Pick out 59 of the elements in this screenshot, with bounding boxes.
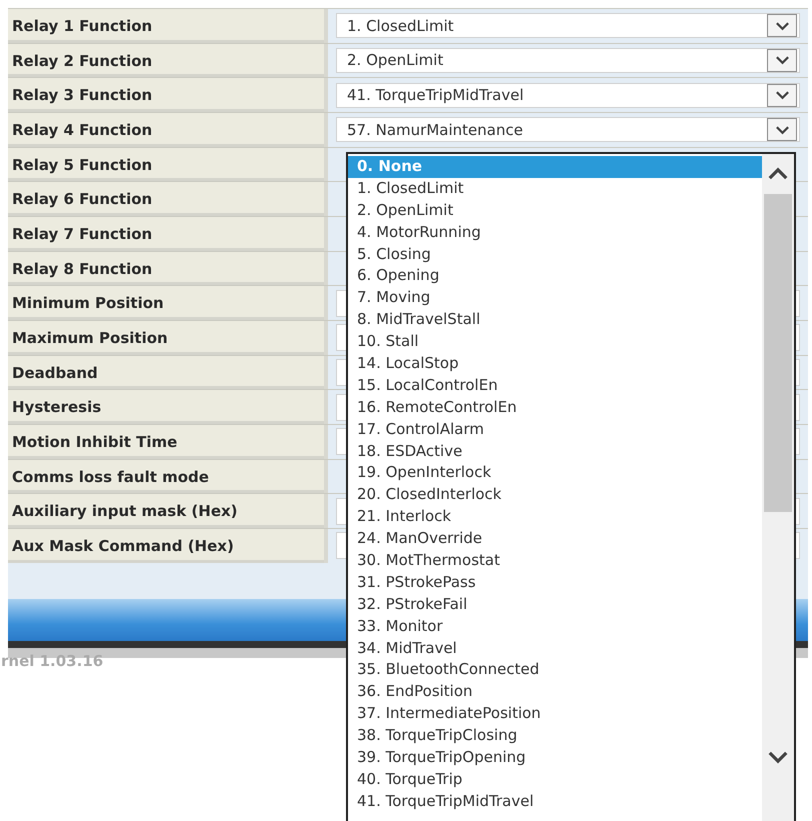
field-label: Relay 7 Function bbox=[8, 216, 324, 248]
chevron-down-icon bbox=[774, 124, 790, 135]
scroll-thumb[interactable] bbox=[764, 194, 792, 512]
field-label: Relay 2 Function bbox=[8, 44, 324, 74]
dropdown-option[interactable]: 38. TorqueTripClosing bbox=[348, 725, 762, 748]
field-label: Relay 8 Function bbox=[8, 252, 324, 282]
dropdown-field[interactable]: 57. NamurMaintenance bbox=[336, 117, 800, 142]
chevron-down-icon bbox=[774, 55, 790, 66]
dropdown-option[interactable]: 8. MidTravelStall bbox=[348, 309, 762, 332]
dropdown-option[interactable]: 2. OpenLimit bbox=[348, 200, 762, 222]
dropdown-option[interactable]: 20. ClosedInterlock bbox=[348, 484, 762, 506]
dropdown-option[interactable]: 35. BluetoothConnected bbox=[348, 659, 762, 682]
field-label: Motion Inhibit Time bbox=[8, 424, 324, 456]
dropdown-option[interactable]: 6. Opening bbox=[348, 265, 762, 288]
dropdown-option[interactable]: 7. Moving bbox=[348, 287, 762, 310]
dropdown-field[interactable]: 2. OpenLimit bbox=[336, 48, 800, 73]
field-label: Hysteresis bbox=[8, 390, 324, 421]
chevron-down-icon bbox=[774, 20, 790, 31]
dropdown-option[interactable]: 19. OpenInterlock bbox=[348, 462, 762, 484]
dropdown-option[interactable]: 41. TorqueTripMidTravel bbox=[348, 790, 762, 813]
dropdown-option[interactable]: 24. ManOverride bbox=[348, 528, 762, 550]
dropdown-option[interactable]: 17. ControlAlarm bbox=[348, 418, 762, 441]
dropdown-option[interactable]: 4. MotorRunning bbox=[348, 222, 762, 244]
dropdown-option[interactable]: 32. PStrokeFail bbox=[348, 594, 762, 616]
field-label: Relay 5 Function bbox=[8, 148, 324, 178]
dropdown-list[interactable] bbox=[346, 152, 796, 821]
dropdown-field[interactable]: 41. TorqueTripMidTravel bbox=[336, 82, 800, 108]
dropdown-option[interactable]: 14. LocalStop bbox=[348, 353, 762, 375]
field-label: Deadband bbox=[8, 356, 324, 386]
dropdown-option[interactable]: 39. TorqueTripOpening bbox=[348, 747, 762, 769]
dropdown-option[interactable]: 10. Stall bbox=[348, 331, 762, 354]
dropdown-option[interactable]: 31. PStrokePass bbox=[348, 572, 762, 594]
field-label: Relay 3 Function bbox=[8, 78, 324, 109]
field-label: Relay 4 Function bbox=[8, 112, 324, 144]
chevron-down-icon bbox=[774, 90, 790, 100]
dropdown-option[interactable]: 36. EndPosition bbox=[348, 681, 762, 704]
field-label: Relay 1 Function bbox=[8, 9, 324, 40]
dropdown-option[interactable]: 1. ClosedLimit bbox=[348, 178, 762, 200]
scrollbar[interactable] bbox=[762, 154, 794, 821]
dropdown-option[interactable]: 5. Closing bbox=[348, 244, 762, 266]
dropdown-field[interactable]: 1. ClosedLimit bbox=[336, 13, 800, 38]
version-text: rnel 1.03.16 bbox=[1, 652, 104, 670]
field-label: Relay 6 Function bbox=[8, 182, 324, 213]
chevron-up-icon bbox=[767, 167, 789, 181]
dropdown-option[interactable]: 21. Interlock bbox=[348, 506, 762, 528]
dropdown-option[interactable]: 34. MidTravel bbox=[348, 638, 762, 660]
chevron-down-icon bbox=[767, 750, 789, 764]
field-label: Maximum Position bbox=[8, 320, 324, 352]
dropdown-option[interactable]: 18. ESDActive bbox=[348, 440, 762, 462]
dropdown-option[interactable]: 16. RemoteControlEn bbox=[348, 396, 762, 419]
dropdown-option[interactable]: 37. IntermediatePosition bbox=[348, 703, 762, 726]
field-label: Comms loss fault mode bbox=[8, 460, 324, 490]
field-label: Minimum Position bbox=[8, 286, 324, 317]
dropdown-option[interactable]: 30. MotThermostat bbox=[348, 550, 762, 572]
field-label: Auxiliary input mask (Hex) bbox=[8, 494, 324, 525]
dropdown-option[interactable]: 15. LocalControlEn bbox=[348, 374, 762, 397]
dropdown-option[interactable]: 40. TorqueTrip bbox=[348, 768, 762, 791]
dropdown-option[interactable]: 33. Monitor bbox=[348, 616, 762, 638]
field-label: Aux Mask Command (Hex) bbox=[8, 528, 324, 560]
